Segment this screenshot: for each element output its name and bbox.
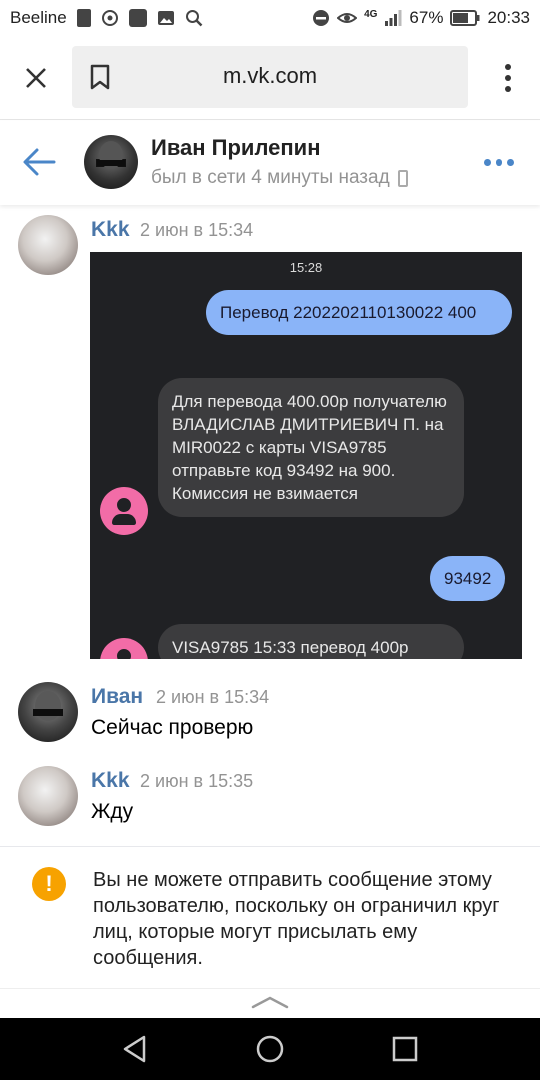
last-seen-text: был в сети 4 минуты назад (151, 167, 390, 188)
sim-icon (76, 9, 91, 27)
hotspot-icon (101, 10, 118, 26)
contact-status: был в сети 4 минуты назад (151, 167, 408, 189)
url-text[interactable]: m.vk.com (72, 63, 468, 89)
gallery-icon (157, 11, 174, 25)
dot-icon (495, 159, 503, 166)
mobile-icon (397, 169, 408, 187)
dot-icon (507, 159, 515, 166)
scroll-up-handle[interactable] (0, 988, 540, 1018)
sender-name[interactable]: Kkk (91, 769, 130, 793)
sms-time: 15:28 (289, 260, 323, 275)
sender-name[interactable]: Иван (91, 685, 143, 709)
message-text: Жду (91, 800, 134, 823)
sms-incoming: Для перевода 400.00р получателю ВЛАДИСЛА… (158, 378, 464, 517)
sms-outgoing: Перевод 2202202110130022 400 (206, 290, 512, 335)
sender-avatar[interactable] (18, 682, 78, 742)
browser-toolbar: m.vk.com (0, 36, 540, 120)
home-circle-icon[interactable] (255, 1034, 285, 1064)
sender-avatar[interactable] (18, 766, 78, 826)
sms-contact-avatar (100, 487, 148, 535)
more-vertical-icon[interactable] (498, 62, 518, 94)
battery-icon (450, 10, 480, 26)
do-not-disturb-icon (313, 10, 330, 26)
close-icon (26, 68, 46, 88)
status-bar: Beeline 4G 67% 20:33 (0, 0, 540, 36)
attached-screenshot[interactable]: 15:28 Перевод 2202202110130022 400 Для п… (90, 252, 522, 659)
message-group: Иван 2 июн в 15:34 Сейчас проверю (0, 672, 540, 752)
avatar-photo (96, 141, 126, 169)
sender-name[interactable]: Kkk (91, 218, 130, 242)
app-notification-icon (128, 9, 147, 27)
network-type: 4G (364, 8, 378, 20)
warning-icon: ! (32, 867, 66, 901)
write-restriction-notice: ! Вы не можете отправить сообщение этому… (0, 846, 540, 988)
message-text: Сейчас проверю (91, 716, 254, 739)
eye-icon (337, 13, 358, 23)
back-triangle-icon[interactable] (120, 1034, 150, 1064)
signal-icon (385, 10, 402, 26)
system-navigation-bar (0, 1018, 540, 1080)
notice-text: Вы не можете отправить сообщение этому п… (93, 869, 500, 969)
message-date: 2 июн в 15:34 (156, 687, 270, 707)
close-tab-button[interactable] (18, 60, 54, 96)
sms-contact-avatar (100, 638, 148, 659)
contact-avatar[interactable] (84, 135, 138, 189)
contact-name[interactable]: Иван Прилепин (151, 135, 320, 161)
dot-icon (484, 159, 491, 166)
message-group: Kkk 2 июн в 15:35 Жду (0, 756, 540, 836)
sms-outgoing: 93492 (430, 556, 506, 601)
back-arrow-icon[interactable] (22, 147, 56, 177)
sender-avatar[interactable] (18, 215, 78, 275)
recents-square-icon[interactable] (390, 1034, 420, 1064)
chat-header: Иван Прилепин был в сети 4 минуты назад (0, 121, 540, 205)
clock: 20:33 (487, 8, 530, 27)
search-icon (185, 10, 203, 27)
carrier-label: Beeline (10, 8, 67, 27)
battery-percent: 67% (409, 8, 444, 27)
address-bar[interactable]: m.vk.com (72, 46, 468, 108)
avatar-photo (33, 691, 63, 721)
message-date: 2 июн в 15:35 (140, 771, 254, 791)
message-date: 2 июн в 15:34 (140, 220, 254, 240)
chevron-up-icon (251, 996, 289, 1009)
chat-menu-button[interactable] (484, 159, 515, 167)
sms-incoming: VISA9785 15:33 перевод 400р (158, 624, 464, 659)
